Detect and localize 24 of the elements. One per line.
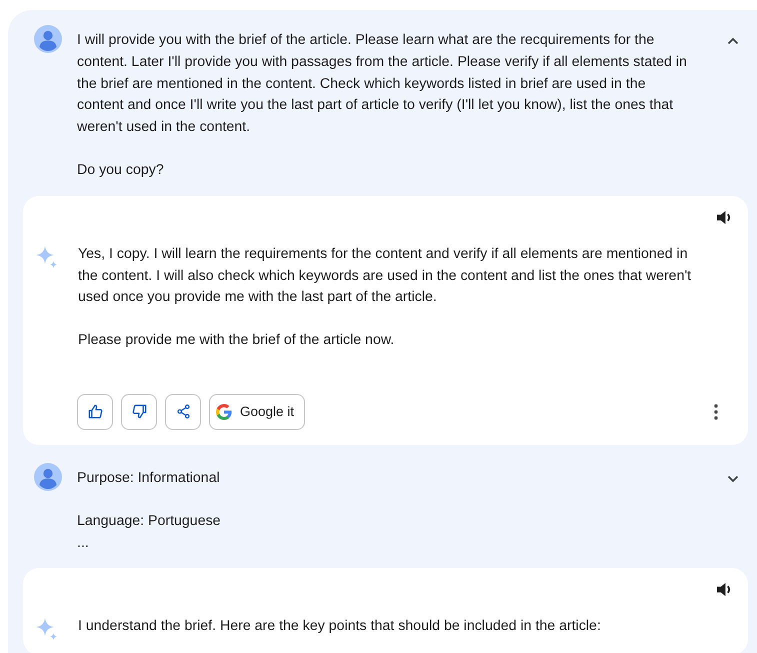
google-logo-icon (216, 404, 232, 420)
prompt-text: Purpose: Informational (77, 468, 221, 488)
expand-icon[interactable] (727, 474, 739, 483)
sparkle-icon (36, 618, 58, 640)
response-text: Yes, I copy. I will learn the requirements for the content and verify if all elements are mentioned in the content. I will also check which keywords are used in the content and list the ones that weren't used once you provide me with the last part of the article. (78, 244, 692, 308)
user-avatar-icon (34, 462, 62, 491)
collapse-icon[interactable] (727, 37, 739, 45)
sparkle-icon (36, 246, 58, 268)
prompt-text: I will provide you with the brief of the article. Please learn what are the recquirements for the content. Later I'll provide you with passages from the article. Please verify if all elements stated in the brief are mentioned in the content. Check which keywords listed in brief are used in the content and once I'll write you the last part of article to verify (I'll let you know), list the ones that weren't used in the content. (77, 31, 688, 138)
thumbs-down-button[interactable] (121, 394, 157, 430)
share-icon (176, 404, 190, 420)
speaker-icon[interactable] (716, 582, 733, 598)
thumbs-down-icon (132, 404, 146, 420)
response-text: I understand the brief. Here are the key points that should be included in the article: (78, 617, 602, 636)
share-button[interactable] (165, 394, 201, 430)
google-it-button[interactable]: Google it (209, 394, 306, 430)
thumbs-up-button[interactable] (77, 394, 113, 430)
thumbs-up-icon (88, 404, 102, 420)
response-text: Please provide me with the brief of the article now. (78, 331, 396, 350)
more-options-icon[interactable] (714, 404, 718, 420)
speaker-icon[interactable] (716, 210, 733, 225)
prompt-text: Language: Portuguese ... (77, 512, 222, 553)
prompt-text: Do you copy? (77, 160, 165, 180)
user-avatar-icon (34, 25, 62, 53)
